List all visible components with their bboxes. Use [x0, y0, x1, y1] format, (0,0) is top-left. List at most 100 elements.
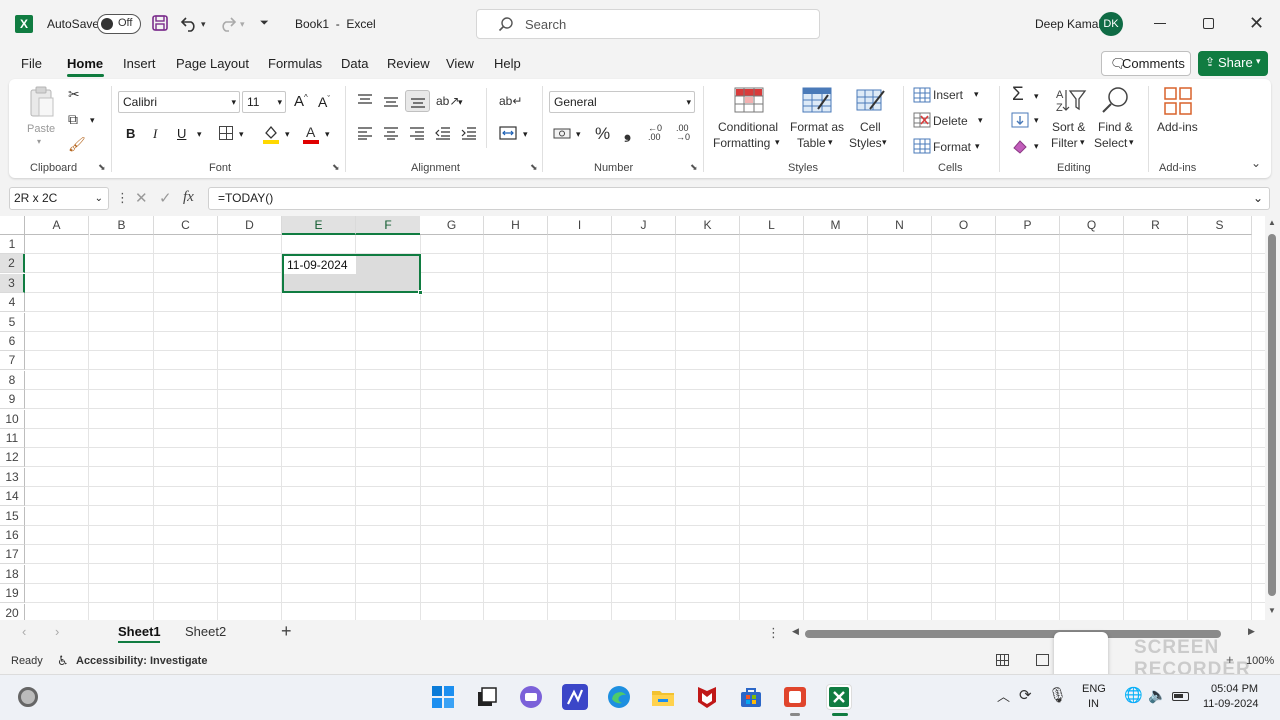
redo-dropdown-icon[interactable]: ▾: [240, 16, 245, 32]
cell-styles-icon[interactable]: [856, 87, 886, 113]
zoom-level[interactable]: 100%: [1246, 655, 1274, 667]
accessibility-status[interactable]: Accessibility: Investigate: [76, 655, 207, 667]
find-select-label-2[interactable]: Select: [1094, 135, 1127, 151]
merge-center-icon[interactable]: [499, 126, 517, 140]
align-center-icon[interactable]: [383, 126, 399, 140]
clear-dropdown-icon[interactable]: ▾: [1034, 141, 1039, 152]
wrap-text-icon[interactable]: ab↵: [499, 93, 522, 109]
borders-dropdown-icon[interactable]: ▾: [239, 129, 244, 140]
menu-file[interactable]: File: [21, 56, 42, 71]
conditional-dropdown-icon[interactable]: ▾: [775, 137, 780, 148]
copy-dropdown-icon[interactable]: ▾: [90, 115, 95, 126]
column-header-b[interactable]: B: [90, 216, 154, 235]
row-header-5[interactable]: 5: [0, 313, 25, 332]
teams-chat-icon[interactable]: [518, 684, 544, 710]
format-as-table-label-1[interactable]: Format as: [790, 119, 844, 135]
expand-formula-icon[interactable]: ⌄: [1253, 188, 1263, 209]
menu-help[interactable]: Help: [494, 56, 521, 71]
increase-font-icon[interactable]: A^: [294, 93, 308, 110]
mcafee-icon[interactable]: [694, 684, 720, 710]
customize-qat-icon[interactable]: ⏷: [260, 15, 269, 31]
autosave-toggle[interactable]: Off: [97, 14, 141, 34]
column-header-s[interactable]: S: [1188, 216, 1252, 235]
restore-icon[interactable]: [1203, 18, 1214, 29]
row-header-15[interactable]: 15: [0, 507, 25, 526]
formula-input[interactable]: =TODAY() ⌄: [208, 187, 1270, 210]
recorder-app-icon[interactable]: [782, 684, 808, 710]
column-header-m[interactable]: M: [804, 216, 868, 235]
row-header-17[interactable]: 17: [0, 545, 25, 564]
copy-icon[interactable]: ⧉: [68, 111, 78, 127]
row-header-20[interactable]: 20: [0, 604, 25, 620]
edge-browser-icon[interactable]: [606, 684, 632, 710]
row-header-4[interactable]: 4: [0, 293, 25, 312]
column-header-q[interactable]: Q: [1060, 216, 1124, 235]
menu-review[interactable]: Review: [387, 56, 430, 71]
decrease-font-icon[interactable]: Aˇ: [318, 94, 330, 110]
minimize-icon[interactable]: [1154, 23, 1166, 24]
format-painter-icon[interactable]: 🖌: [68, 136, 86, 152]
accessibility-icon[interactable]: ♿: [57, 653, 69, 669]
fill-icon[interactable]: [1011, 112, 1029, 128]
widgets-icon[interactable]: [18, 687, 38, 707]
row-header-14[interactable]: 14: [0, 487, 25, 506]
accounting-dropdown-icon[interactable]: ▾: [576, 129, 581, 140]
align-middle-icon[interactable]: [383, 95, 399, 109]
row-header-11[interactable]: 11: [0, 429, 25, 448]
font-color-dropdown-icon[interactable]: ▾: [325, 129, 330, 140]
collapse-ribbon-icon[interactable]: ⌄: [1251, 156, 1261, 170]
align-right-icon[interactable]: [409, 126, 425, 140]
scroll-up-icon[interactable]: ▲: [1268, 218, 1276, 227]
fill-dropdown-icon[interactable]: ▾: [1034, 115, 1039, 126]
comments-button[interactable]: 🗨 Comments: [1101, 51, 1191, 76]
bold-button[interactable]: B: [126, 126, 135, 141]
menu-data[interactable]: Data: [341, 56, 368, 71]
cut-icon[interactable]: ✂: [68, 86, 80, 102]
autosum-icon[interactable]: Σ: [1012, 84, 1024, 106]
task-view-icon[interactable]: [474, 684, 500, 710]
accounting-format-icon[interactable]: [553, 126, 571, 140]
column-header-j[interactable]: J: [612, 216, 676, 235]
underline-button[interactable]: U: [177, 126, 186, 141]
menu-formulas[interactable]: Formulas: [268, 56, 322, 71]
row-header-6[interactable]: 6: [0, 332, 25, 351]
decrease-decimal-icon[interactable]: .00 →0: [676, 124, 690, 142]
row-header-13[interactable]: 13: [0, 468, 25, 487]
delete-cells-label[interactable]: Delete: [933, 113, 968, 129]
column-header-a[interactable]: A: [25, 216, 89, 235]
menu-view[interactable]: View: [446, 56, 474, 71]
insert-cells-label[interactable]: Insert: [933, 87, 963, 103]
confirm-entry-icon[interactable]: ✓: [159, 189, 172, 207]
language-line-2[interactable]: IN: [1088, 698, 1099, 710]
row-header-8[interactable]: 8: [0, 371, 25, 390]
volume-icon[interactable]: 🔈: [1148, 686, 1167, 704]
format-table-dropdown-icon[interactable]: ▾: [828, 137, 833, 148]
clear-icon[interactable]: [1011, 138, 1029, 154]
find-select-icon[interactable]: [1100, 85, 1130, 115]
sort-filter-icon[interactable]: AZ: [1055, 86, 1087, 114]
font-name-dropdown[interactable]: Calibri ▾: [118, 91, 240, 113]
column-header-f[interactable]: F: [356, 216, 421, 235]
font-launcher-icon[interactable]: ⬊: [332, 162, 340, 173]
format-cells-label[interactable]: Format: [933, 139, 971, 155]
pen-app-icon[interactable]: [562, 684, 588, 710]
cell-styles-label-1[interactable]: Cell: [860, 119, 881, 135]
row-header-3[interactable]: 3: [0, 274, 25, 293]
increase-indent-icon[interactable]: [461, 126, 477, 140]
row-header-1[interactable]: 1: [0, 235, 25, 254]
battery-icon[interactable]: [1172, 692, 1189, 701]
format-as-table-label-2[interactable]: Table: [797, 135, 826, 151]
cell-styles-label-2[interactable]: Styles: [849, 135, 882, 151]
spreadsheet-grid[interactable]: ABCDEFGHIJKLMNOPQRS 1 2 3 4 5 6 7 8 9 10 11 12 13 14 1…: [0, 216, 1265, 620]
name-box[interactable]: 2R x 2C ⌄: [9, 187, 109, 210]
orientation-icon[interactable]: ab↗: [436, 93, 459, 109]
comma-button[interactable]: ❟: [624, 122, 631, 143]
insert-cells-dropdown-icon[interactable]: ▾: [974, 89, 979, 100]
clipboard-launcher-icon[interactable]: ⬊: [98, 162, 106, 173]
format-cells-dropdown-icon[interactable]: ▾: [975, 141, 980, 152]
scroll-right-icon[interactable]: ▶: [1248, 626, 1255, 637]
insert-function-icon[interactable]: fx: [183, 189, 194, 206]
page-layout-view-icon[interactable]: [1036, 654, 1049, 666]
paste-icon[interactable]: [28, 86, 56, 120]
menu-page-layout[interactable]: Page Layout: [176, 56, 249, 71]
